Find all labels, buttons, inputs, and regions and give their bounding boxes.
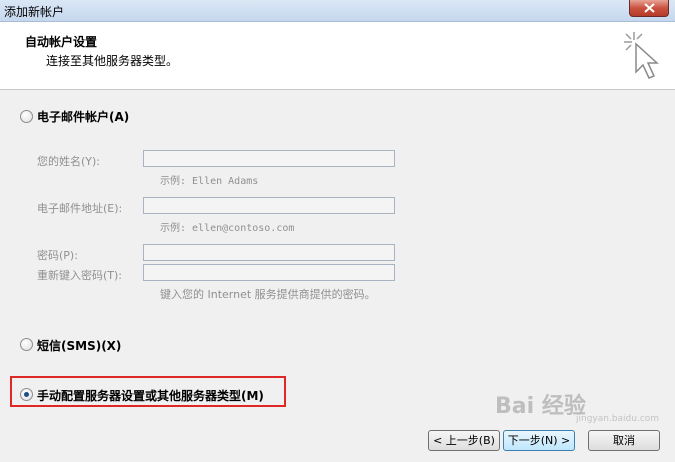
name-hint: 示例: Ellen Adams (160, 176, 259, 187)
title-bar: 添加新帐户 (0, 0, 675, 22)
password-confirm-label: 重新键入密码(T): (37, 269, 123, 282)
name-label: 您的姓名(Y): (37, 155, 101, 168)
page-title: 自动帐户设置 (25, 35, 98, 49)
email-input[interactable] (143, 197, 395, 214)
next-button[interactable]: 下一步(N) > (503, 430, 575, 451)
email-account-radio[interactable] (20, 110, 33, 123)
wizard-header: 自动帐户设置 连接至其他服务器类型。 (0, 22, 675, 90)
sms-label[interactable]: 短信(SMS)(X) (37, 337, 121, 354)
password-confirm-input[interactable] (143, 264, 395, 281)
page-subtitle: 连接至其他服务器类型。 (46, 54, 179, 68)
close-icon (644, 3, 655, 13)
email-hint: 示例: ellen@contoso.com (160, 223, 295, 234)
email-label: 电子邮件地址(E): (37, 202, 123, 215)
close-button[interactable] (629, 0, 669, 17)
cancel-button[interactable]: 取消 (588, 430, 660, 451)
manual-config-radio[interactable] (20, 388, 33, 401)
email-account-label[interactable]: 电子邮件帐户(A) (37, 108, 129, 125)
cursor-sparkle-icon (624, 32, 659, 79)
window-title: 添加新帐户 (4, 5, 65, 19)
watermark-url: jingyan.baidu.com (576, 414, 660, 424)
back-button[interactable]: < 上一步(B) (428, 430, 500, 451)
watermark: Bai 经验 (495, 394, 586, 419)
sms-radio[interactable] (20, 338, 33, 351)
manual-config-label[interactable]: 手动配置服务器设置或其他服务器类型(M) (37, 387, 264, 404)
name-input[interactable] (143, 150, 395, 167)
password-hint: 键入您的 Internet 服务提供商提供的密码。 (160, 288, 376, 301)
password-label: 密码(P): (37, 249, 78, 262)
password-input[interactable] (143, 244, 395, 261)
